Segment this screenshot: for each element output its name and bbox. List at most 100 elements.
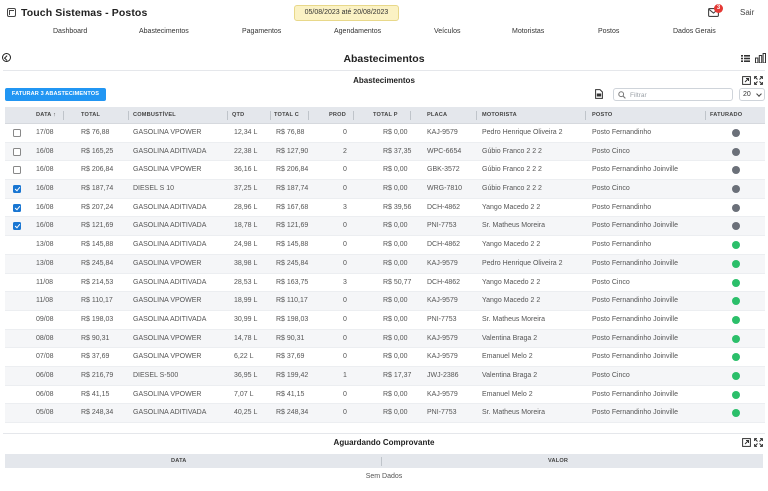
card-title: Abastecimentos [353,76,415,85]
faturado-yes-indicator [732,297,740,306]
expand-icon[interactable] [742,76,751,85]
cell-total: R$ 37,69 [81,353,110,361]
nav-motoristas[interactable]: Motoristas [512,28,544,35]
nav-dashboard[interactable]: Dashboard [53,28,87,35]
cell-data: 16/08 [36,147,54,155]
nav-postos[interactable]: Postos [598,28,619,35]
cell-combustivel: GASOLINA ADITIVADA [133,147,207,155]
filter-field[interactable] [613,88,733,101]
filter-input[interactable] [630,90,730,100]
col-posto[interactable]: POSTO [592,112,612,118]
cell-total: R$ 121,69 [81,222,114,230]
cell-total: R$ 248,34 [81,409,114,417]
table-row[interactable]: 16/08 R$ 206,84 GASOLINA VPOWER 36,16 L R$ 2… [5,161,765,181]
row-checkbox[interactable] [13,203,21,212]
col-data[interactable]: DATA [171,458,187,464]
cell-prod: 0 [343,315,347,323]
cell-combustivel: GASOLINA VPOWER [133,390,202,398]
row-checkbox[interactable] [13,147,21,156]
cell-placa: KAJ-9579 [427,334,458,342]
cell-qtd: 7,07 L [234,390,254,398]
nav-veiculos[interactable]: Veículos [434,28,460,35]
cell-combustivel: GASOLINA VPOWER [133,334,202,342]
expand-icon[interactable] [742,438,751,447]
chart-view-icon[interactable] [755,53,767,65]
col-valor[interactable]: VALOR [548,458,568,464]
cell-total-c: R$ 245,84 [276,259,309,267]
row-checkbox[interactable] [13,129,21,137]
table-row[interactable]: 16/08 R$ 187,74 DIESEL S 10 37,25 L R$ 187,7… [5,180,765,199]
table-row[interactable]: 11/08 R$ 214,53 GASOLINA ADITIVADA 28,53 L R… [5,274,765,293]
date-range-picker[interactable]: 05/08/2023 até 20/08/2023 [294,5,399,21]
page-size-select[interactable]: 20 [739,88,765,101]
cell-data: 07/08 [36,353,54,361]
column-separator [705,111,706,120]
cell-qtd: 38,98 L [234,259,258,267]
list-view-icon[interactable] [741,55,750,64]
cell-placa: PNI-7753 [427,222,457,230]
table-row[interactable]: 16/08 R$ 207,24 GASOLINA ADITIVADA 28,96 L R… [5,199,765,218]
notifications-button[interactable]: 3 [708,4,723,18]
col-total-c[interactable]: TOTAL C [274,112,299,118]
table-row[interactable]: 11/08 R$ 110,17 GASOLINA VPOWER 18,99 L R$ 1… [5,292,765,311]
cell-motorista: Sr. Matheus Moreira [482,222,546,230]
cell-prod: 0 [343,185,347,193]
cell-placa: WPC-6654 [427,147,462,155]
col-faturado[interactable]: FATURADO [710,112,742,118]
col-total[interactable]: TOTAL [81,112,100,118]
table-row[interactable]: 05/08 R$ 248,34 GASOLINA ADITIVADA 40,25 L R… [5,404,765,423]
empty-state: Sem Dados [365,473,403,480]
table-row[interactable]: 16/08 R$ 121,69 GASOLINA ADITIVADA 18,78 L R… [5,217,765,237]
table-row[interactable]: 13/08 R$ 145,88 GASOLINA ADITIVADA 24,98 L R… [5,236,765,255]
page-header: Abastecimentos [0,49,768,69]
col-data[interactable]: DATA ↑ [36,112,56,118]
cell-motorista: Gúbio Franco 2 2 2 [482,166,542,174]
cell-posto: Posto Fernandinho Joinville [592,222,678,230]
cell-posto: Posto Fernandinho Joinville [592,297,678,305]
table-row[interactable]: 16/08 R$ 165,25 GASOLINA ADITIVADA 22,38 L R… [5,142,765,162]
nav-dados-gerais[interactable]: Dados Gerais [673,28,716,35]
table-row[interactable]: 08/08 R$ 90,31 GASOLINA VPOWER 14,78 L R$ 90… [5,329,765,349]
col-combustivel[interactable]: COMBUSTÍVEL [133,112,176,118]
cell-data: 13/08 [36,259,54,267]
cell-total-c: R$ 127,90 [276,147,309,155]
nav-agendamentos[interactable]: Agendamentos [334,28,381,35]
cell-data: 09/08 [36,315,54,323]
table-row[interactable]: 06/08 R$ 216,79 DIESEL S-500 36,95 L R$ 199,… [5,366,765,386]
faturado-no-indicator [732,166,740,175]
faturar-button[interactable]: FATURAR 3 ABASTECIMENTOS [5,88,106,101]
col-placa[interactable]: PLACA [427,112,447,118]
row-checkbox[interactable] [13,222,21,231]
col-prod[interactable]: PROD [329,112,346,118]
cell-total-c: R$ 90,31 [276,334,305,342]
row-checkbox[interactable] [13,166,21,175]
column-separator [353,111,354,120]
table-row[interactable]: 07/08 R$ 37,69 GASOLINA VPOWER 6,22 L R$ 37,… [5,348,765,367]
cell-combustivel: DIESEL S-500 [133,371,179,379]
pdf-export-icon[interactable] [595,89,603,101]
table-row[interactable]: 09/08 R$ 198,03 GASOLINA ADITIVADA 30,99 L R… [5,311,765,330]
cell-motorista: Gúbio Franco 2 2 2 [482,185,542,193]
nav-abastecimentos[interactable]: Abastecimentos [139,28,189,35]
col-motorista[interactable]: MOTORISTA [482,112,517,118]
cell-posto: Posto Cinco [592,185,630,193]
nav-pagamentos[interactable]: Pagamentos [242,28,281,35]
faturado-no-indicator [732,222,740,231]
cell-motorista: Yango Macedo 2 2 [482,241,541,249]
table-row[interactable]: 06/08 R$ 41,15 GASOLINA VPOWER 7,07 L R$ 41,… [5,386,765,405]
logout-button[interactable]: Sair [740,8,754,17]
faturado-no-indicator [732,147,740,156]
cell-motorista: Yango Macedo 2 2 [482,278,541,286]
col-qtd[interactable]: QTD [232,112,244,118]
table-row[interactable]: 17/08 R$ 76,88 GASOLINA VPOWER 12,34 L R$ 76… [5,124,765,143]
cell-placa: KAJ-9579 [427,353,458,361]
cell-total-c: R$ 121,69 [276,222,309,230]
cell-data: 11/08 [36,278,53,286]
fullscreen-icon[interactable] [754,76,763,85]
row-checkbox[interactable] [13,185,21,194]
fullscreen-icon[interactable] [754,438,763,447]
table-body: 17/08 R$ 76,88 GASOLINA VPOWER 12,34 L R$ 76… [5,124,765,423]
col-total-p[interactable]: TOTAL P [373,112,398,118]
table-row[interactable]: 13/08 R$ 245,84 GASOLINA VPOWER 38,98 L R$ 2… [5,254,765,274]
cell-total-c: R$ 37,69 [276,353,305,361]
